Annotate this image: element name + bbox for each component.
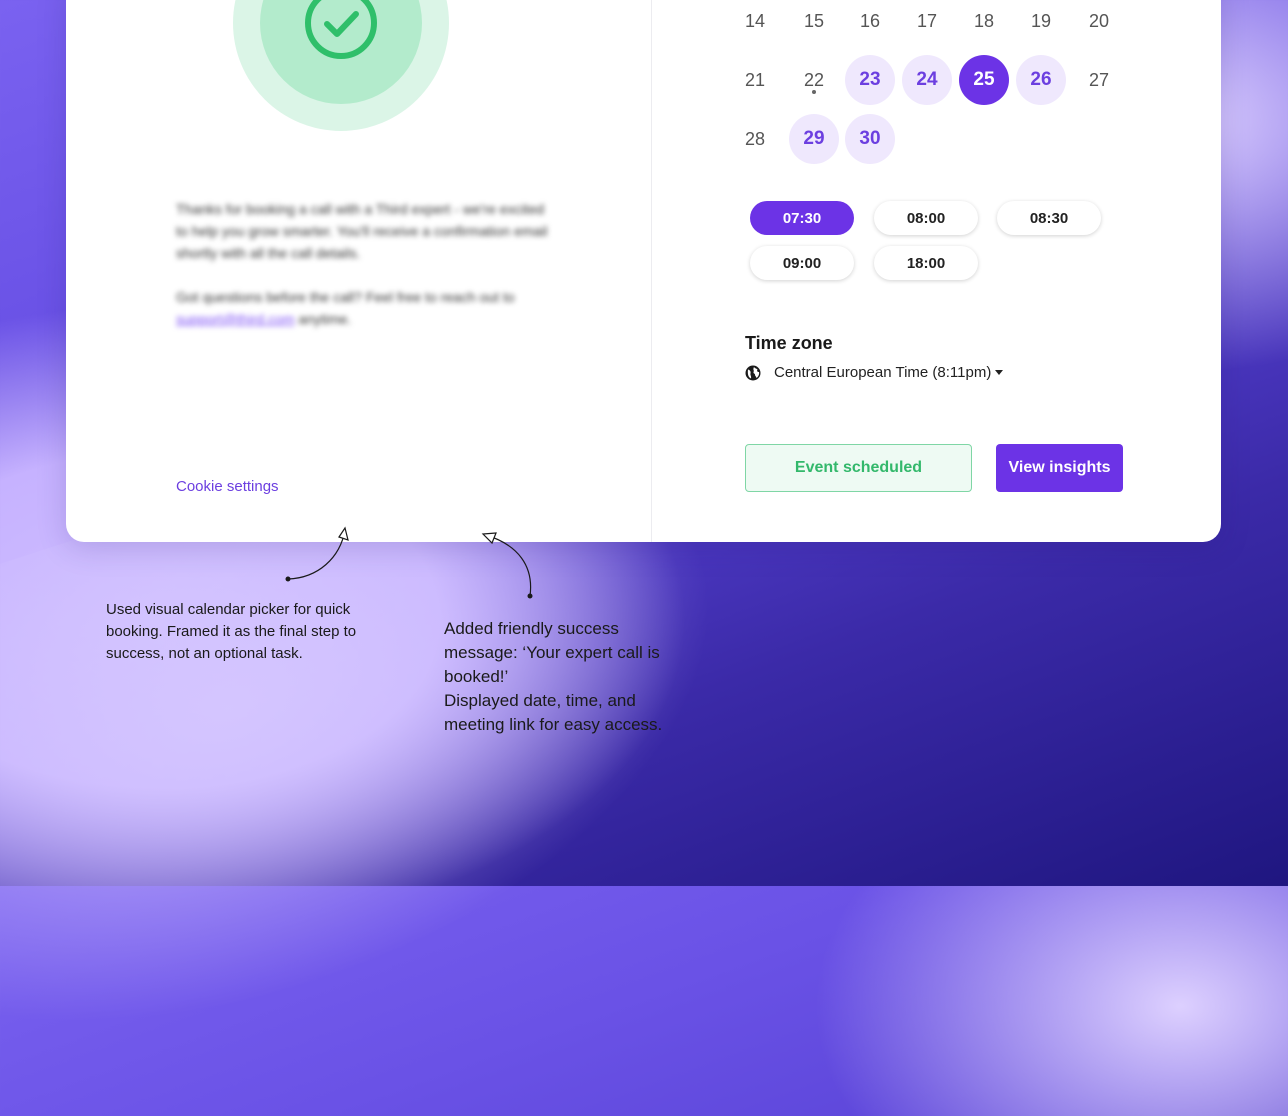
annotation-calendar-note: Used visual calendar picker for quick bo… <box>106 601 357 662</box>
annotation-success-note: Added friendly success message: ‘Your ex… <box>444 619 663 734</box>
arrow-1 <box>287 526 349 580</box>
annotation-arrows <box>285 526 533 599</box>
arrow-2 <box>481 532 532 597</box>
